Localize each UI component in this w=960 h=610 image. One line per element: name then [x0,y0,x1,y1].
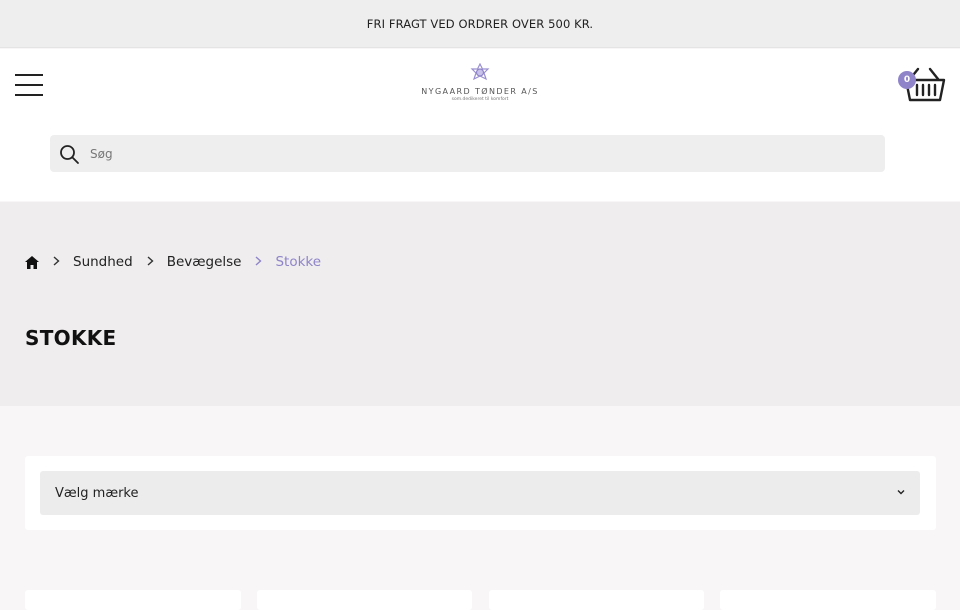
site-header: NYGAARD TØNDER A/S som.dedikeret til kom… [0,49,960,201]
breadcrumb-link-bevaegelse[interactable]: Bevægelse [167,254,242,270]
search-bar [50,135,885,172]
product-card[interactable] [257,590,472,610]
breadcrumb: Sundhed Bevægelse Stokke [25,254,321,270]
logo-tagline: som.dedikeret til komfort [451,97,509,102]
brand-select[interactable]: Vælg mærke [40,471,920,515]
breadcrumb-current: Stokke [275,254,322,270]
chevron-down-icon [897,490,905,495]
page-header-band: Sundhed Bevægelse Stokke STOKKE [0,202,960,406]
chevron-right-icon [255,255,263,270]
product-card[interactable] [489,590,704,610]
search-input[interactable] [90,146,790,161]
page-title: STOKKE [25,326,117,350]
announcement-text: FRI FRAGT VED ORDRER OVER 500 KR. [366,16,594,31]
chevron-right-icon [53,255,60,270]
home-icon[interactable] [25,255,39,269]
cart-count-badge: 0 [898,71,916,89]
site-logo[interactable]: NYGAARD TØNDER A/S som.dedikeret til kom… [410,63,550,107]
menu-icon[interactable] [15,73,43,97]
brand-select-label: Vælg mærke [55,485,139,501]
product-card[interactable] [25,590,241,610]
announcement-bar: FRI FRAGT VED ORDRER OVER 500 KR. [0,0,960,48]
logo-name: NYGAARD TØNDER A/S [421,87,539,96]
filter-panel: Vælg mærke [25,456,936,530]
breadcrumb-link-sundhed[interactable]: Sundhed [73,254,133,270]
search-icon[interactable] [58,143,80,165]
chevron-right-icon [147,255,154,270]
product-card[interactable] [720,590,936,610]
logo-icon [470,63,490,81]
